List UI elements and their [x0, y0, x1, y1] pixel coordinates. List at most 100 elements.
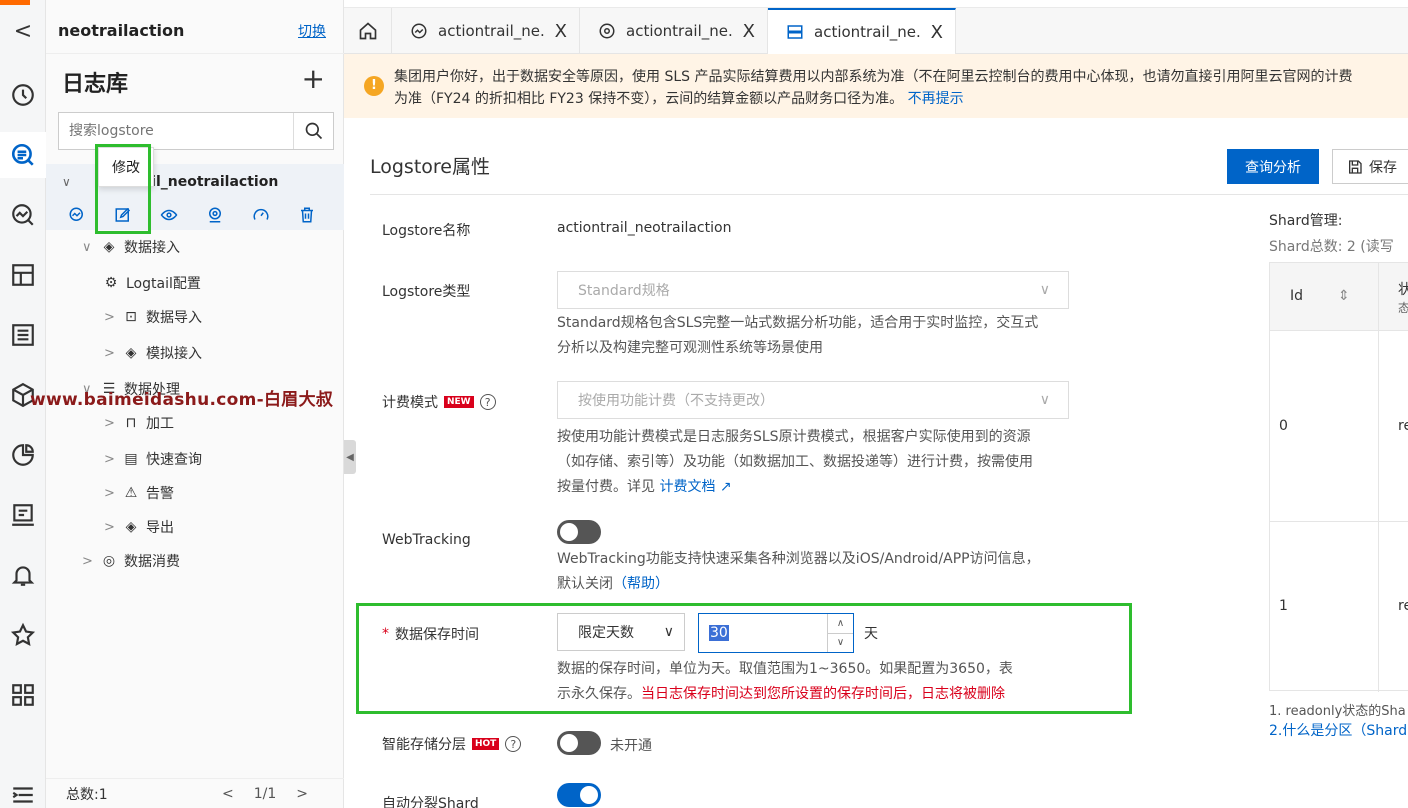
- grid-icon[interactable]: [0, 672, 46, 718]
- tiering-status: 未开通: [610, 738, 652, 754]
- close-icon[interactable]: X: [743, 21, 755, 42]
- increment-icon[interactable]: ∧: [828, 614, 853, 634]
- webtracking-label: WebTracking: [382, 532, 471, 548]
- row-divider: [1270, 521, 1408, 522]
- trash-icon: [301, 207, 313, 223]
- billing-mode-select: 按使用功能计费（不支持更改） ∨: [557, 381, 1069, 419]
- shard-id: 0: [1279, 418, 1288, 434]
- list-icon[interactable]: [0, 312, 46, 358]
- search-logstore-icon[interactable]: [0, 132, 46, 178]
- logstore-item-name: rail_neotrailaction: [134, 174, 279, 190]
- chevron-down-icon: ∨: [62, 175, 71, 189]
- webtracking-help-link[interactable]: （帮助）: [613, 576, 669, 592]
- edit-action-button[interactable]: [100, 200, 146, 230]
- shard-status: re: [1398, 418, 1408, 434]
- retention-mode-select[interactable]: 限定天数 ∨: [557, 613, 685, 651]
- shard-title: Shard管理:: [1269, 213, 1343, 229]
- shard-what-is-link[interactable]: 2.什么是分区（Shard: [1269, 720, 1407, 740]
- save-icon: [1349, 159, 1362, 174]
- new-badge: NEW: [444, 396, 474, 408]
- monitor-action-button[interactable]: [192, 200, 238, 230]
- gauge-icon: [253, 208, 269, 220]
- webtracking-toggle[interactable]: [557, 520, 601, 544]
- webtracking-help-text: WebTracking功能支持快速采集各种浏览器以及iOS/Android/AP…: [557, 551, 1040, 592]
- analysis-icon: [69, 207, 83, 221]
- shard-note-readonly: 1. readonly状态的Sha: [1269, 704, 1406, 719]
- retention-days-input[interactable]: 30 ∧ ∨: [698, 613, 854, 653]
- notice-line-1: 集团用户你好，出于数据安全等原因，使用 SLS 产品实际结算费用以内部系统为准（…: [394, 69, 1353, 85]
- sort-icon[interactable]: ⇕: [1338, 288, 1350, 304]
- location-icon: [209, 207, 221, 223]
- tree-alert[interactable]: > ⚠ 告警: [104, 481, 174, 505]
- retention-stepper[interactable]: ∧ ∨: [827, 614, 853, 652]
- page-title: Logstore属性: [370, 156, 490, 178]
- delete-action-button[interactable]: [284, 200, 330, 230]
- billing-doc-link[interactable]: 计费文档: [659, 479, 715, 495]
- edit-tooltip: 修改: [98, 147, 154, 187]
- view-action-button[interactable]: [146, 200, 192, 230]
- tree-export[interactable]: > ◈ 导出: [104, 515, 174, 539]
- tree-quick-query[interactable]: > ▤ 快速查询: [104, 447, 202, 471]
- chevron-down-icon: ∨: [82, 239, 92, 255]
- bell-icon[interactable]: [0, 552, 46, 598]
- tree-logtail-config[interactable]: ⚙ Logtail配置: [102, 271, 201, 295]
- alert-icon: ⚠: [124, 485, 138, 501]
- layers-icon: ◈: [103, 239, 115, 255]
- menu-icon[interactable]: [0, 772, 46, 808]
- analysis-icon[interactable]: [0, 192, 46, 238]
- switch-project-link[interactable]: 切换: [298, 21, 326, 41]
- help-icon[interactable]: ?: [479, 394, 496, 410]
- total-count: 总数:1: [66, 786, 108, 803]
- home-icon: [359, 22, 376, 40]
- search-input[interactable]: [59, 113, 293, 149]
- close-icon[interactable]: X: [555, 21, 567, 42]
- chevron-right-icon: >: [104, 451, 115, 467]
- tree-processing[interactable]: > ⊓ 加工: [104, 411, 174, 435]
- shard-id: 1: [1279, 598, 1288, 614]
- back-button[interactable]: <: [0, 8, 46, 54]
- collapse-sidebar-handle[interactable]: ◀: [344, 440, 356, 474]
- dashboard-icon[interactable]: [0, 252, 46, 298]
- clock-icon[interactable]: [0, 72, 46, 118]
- autosplit-toggle[interactable]: [557, 783, 601, 807]
- tab-logstore-2[interactable]: actiontrail_ne... X: [580, 8, 768, 54]
- dismiss-notice-link[interactable]: 不再提示: [908, 91, 964, 107]
- tree-data-ingest[interactable]: ∨ ◈ 数据接入: [82, 235, 180, 259]
- shard-status: re: [1398, 598, 1408, 614]
- tree-data-consume[interactable]: > ◎ 数据消费: [82, 549, 180, 573]
- pie-chart-icon[interactable]: [0, 432, 46, 478]
- gauge-action-button[interactable]: [238, 200, 284, 230]
- gear-icon: ⚙: [104, 275, 118, 291]
- help-icon[interactable]: ?: [505, 736, 522, 752]
- logstore-actions: [46, 200, 344, 230]
- logstore-item[interactable]: ∨ rail_neotrailaction: [46, 164, 344, 200]
- tiering-toggle[interactable]: [557, 731, 601, 755]
- home-tab[interactable]: [344, 8, 392, 54]
- search-button[interactable]: [293, 113, 333, 149]
- consume-icon: ◎: [102, 553, 116, 569]
- query-doc-icon: ▤: [124, 451, 138, 467]
- billing-mode-label: 计费模式 NEW ?: [382, 392, 496, 412]
- brand-accent: [0, 0, 30, 5]
- target-icon: [599, 23, 615, 39]
- query-analysis-button[interactable]: 查询分析: [1227, 149, 1319, 184]
- query-action-button[interactable]: [54, 200, 100, 230]
- chevron-left-icon: ◀: [346, 451, 354, 463]
- header-divider: [370, 194, 1408, 195]
- tab-logstore-1[interactable]: actiontrail_ne... X: [392, 8, 580, 54]
- tree-data-import[interactable]: > ⊡ 数据导入: [104, 305, 202, 329]
- save-button[interactable]: 保存: [1332, 149, 1408, 184]
- tiering-label: 智能存储分层 HOT ?: [382, 734, 522, 754]
- tab-logstore-3[interactable]: actiontrail_ne... X: [768, 8, 956, 54]
- pager: < 1/1 >: [222, 786, 308, 802]
- report-icon[interactable]: [0, 492, 46, 538]
- column-divider: [1378, 263, 1379, 692]
- decrement-icon[interactable]: ∨: [828, 634, 853, 653]
- close-icon[interactable]: X: [931, 22, 943, 43]
- prev-page-button[interactable]: <: [222, 786, 234, 802]
- star-icon[interactable]: [0, 612, 46, 658]
- next-page-button[interactable]: >: [296, 786, 308, 802]
- add-logstore-button[interactable]: +: [302, 62, 325, 95]
- retention-label: * 数据保存时间: [382, 626, 479, 643]
- tree-simulated-ingest[interactable]: > ◈ 模拟接入: [104, 341, 202, 365]
